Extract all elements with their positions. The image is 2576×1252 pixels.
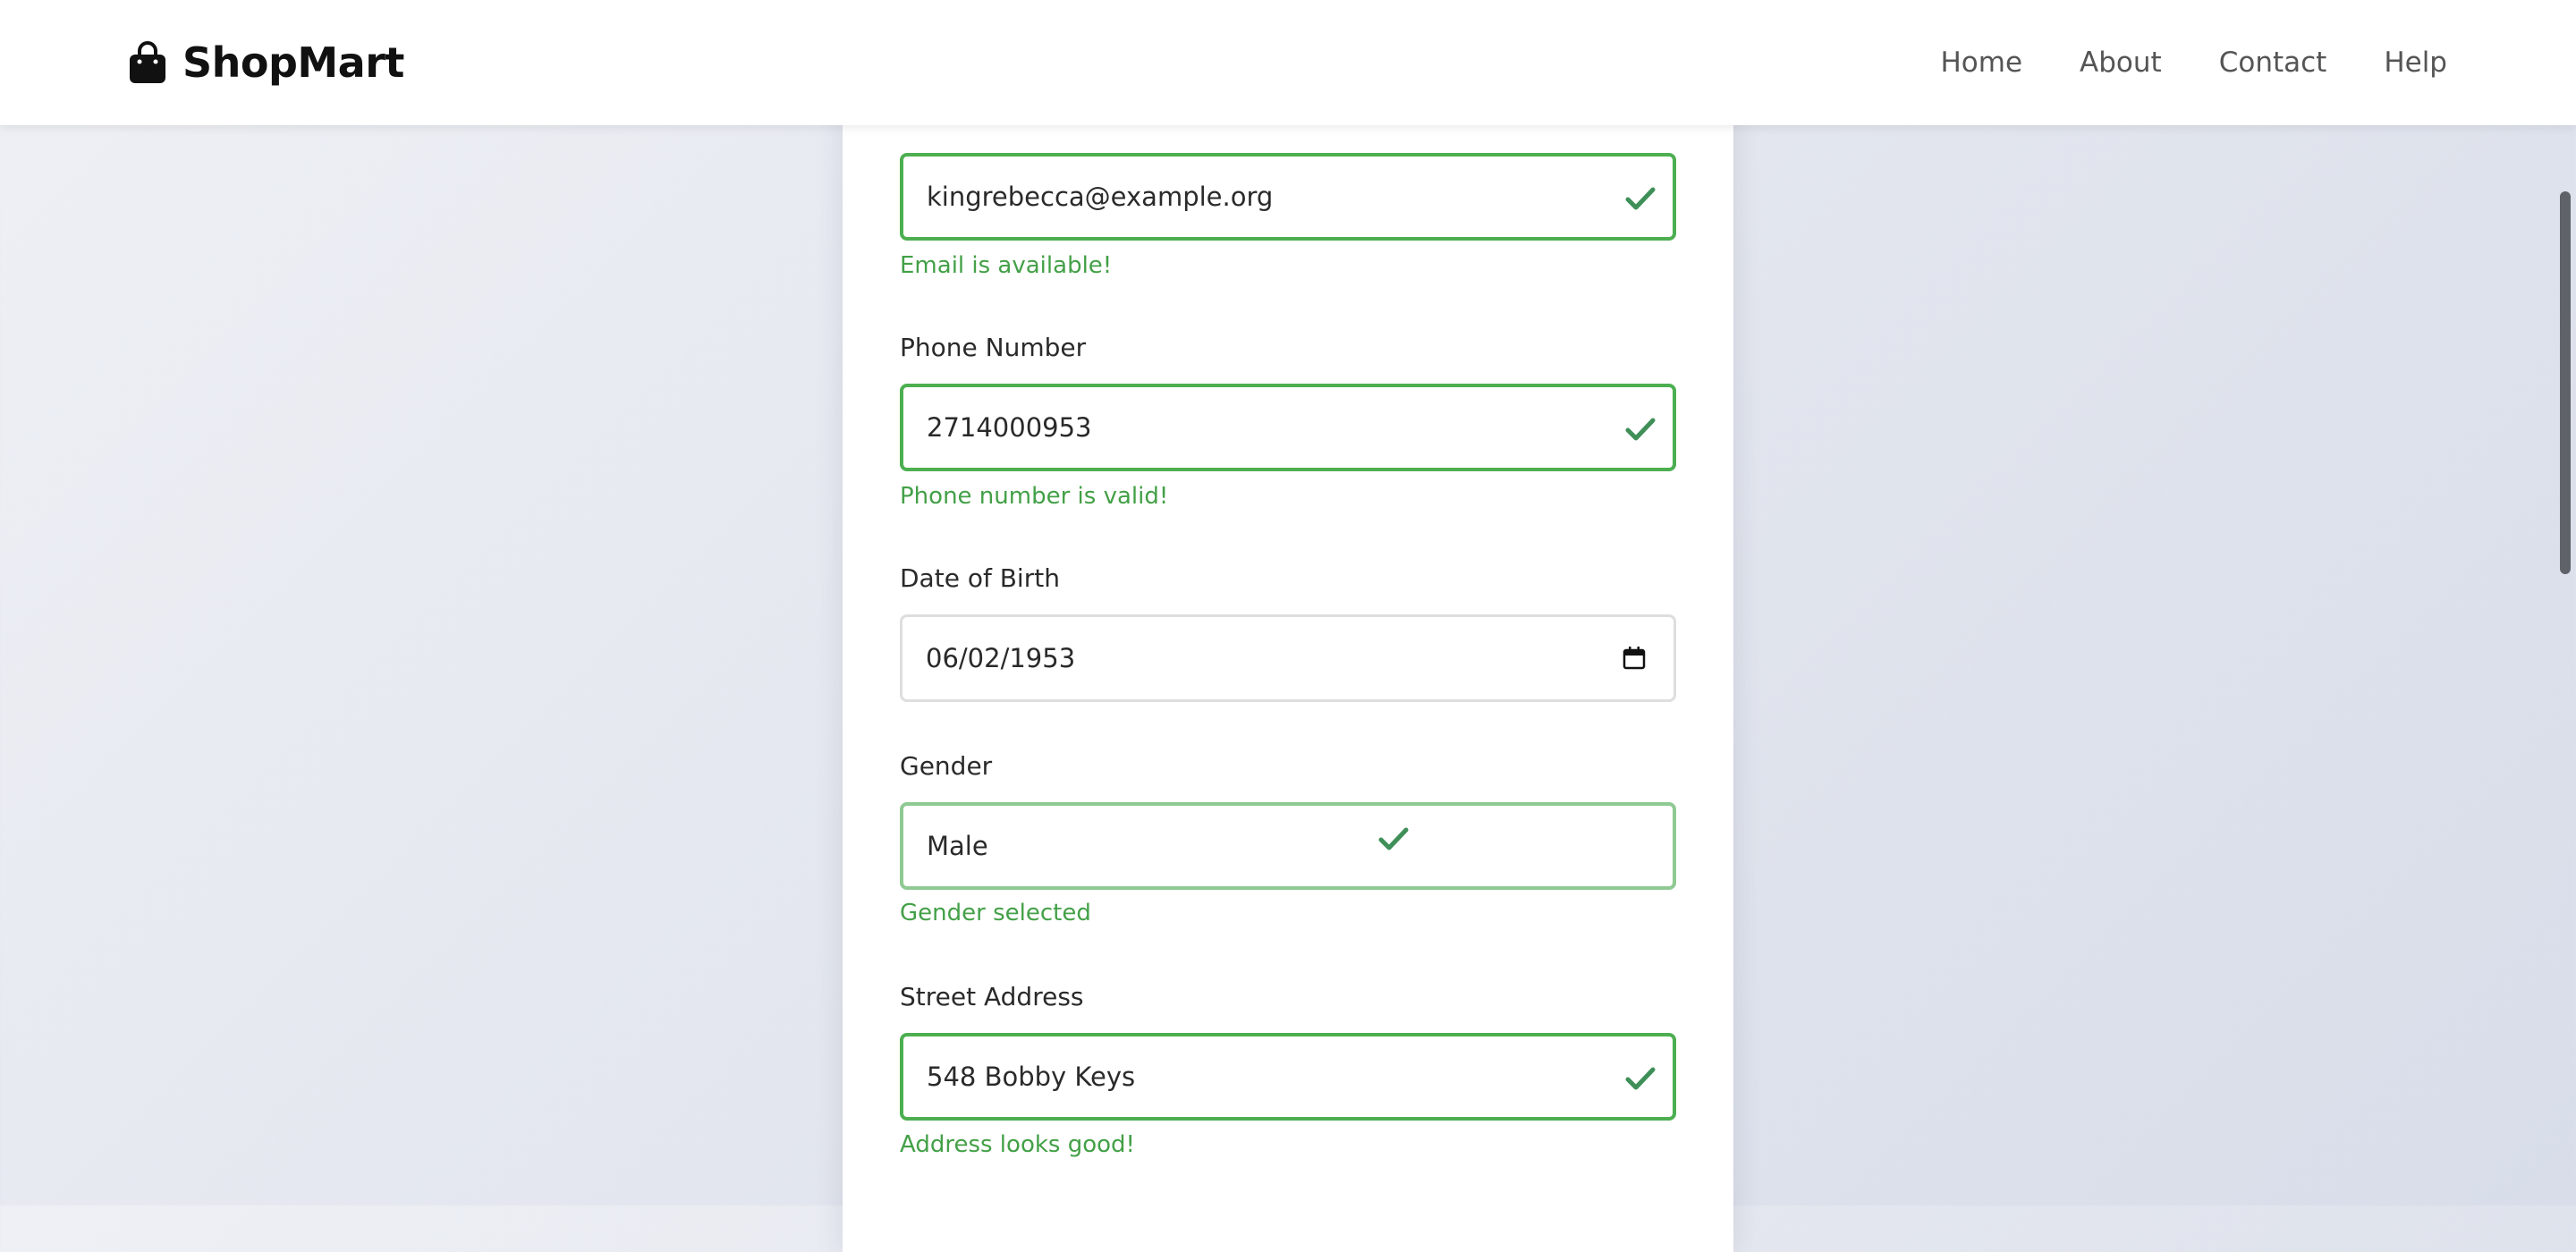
gender-select-value: Male	[927, 831, 988, 861]
check-icon	[1378, 827, 1409, 850]
address-label: Street Address	[900, 982, 1084, 1011]
brand-name: ShopMart	[182, 38, 404, 87]
gender-select[interactable]: Male	[900, 802, 1676, 890]
shopping-bag-icon	[130, 41, 165, 83]
nav-contact-link[interactable]: Contact	[2219, 47, 2327, 79]
address-input-value: 548 Bobby Keys	[927, 1062, 1136, 1092]
gender-help-text: Gender selected	[900, 900, 1091, 926]
phone-input[interactable]: 2714000953	[900, 384, 1676, 471]
email-help-text: Email is available!	[900, 252, 1113, 279]
nav-help-link[interactable]: Help	[2384, 47, 2447, 79]
check-icon	[1625, 1067, 1656, 1090]
main-nav: Home About Contact Help	[1941, 39, 2448, 86]
nav-about-link[interactable]: About	[2080, 47, 2162, 79]
scrollbar-thumb[interactable]	[2560, 191, 2571, 574]
email-input-value: kingrebecca@example.org	[927, 182, 1274, 212]
calendar-icon[interactable]	[1622, 646, 1647, 671]
nav-home-link[interactable]: Home	[1941, 47, 2023, 79]
address-input[interactable]: 548 Bobby Keys	[900, 1033, 1676, 1121]
dob-input[interactable]: 06/02/1953	[900, 614, 1676, 702]
phone-label: Phone Number	[900, 333, 1087, 362]
address-help-text: Address looks good!	[900, 1131, 1135, 1158]
top-navbar: ShopMart Home About Contact Help	[0, 0, 2576, 125]
check-icon	[1625, 418, 1656, 441]
gender-label: Gender	[900, 751, 993, 781]
dob-label: Date of Birth	[900, 563, 1060, 593]
phone-help-text: Phone number is valid!	[900, 483, 1169, 510]
phone-input-value: 2714000953	[927, 412, 1092, 443]
check-icon	[1625, 187, 1656, 210]
brand-logo[interactable]: ShopMart	[127, 36, 404, 89]
dob-input-value: 06/02/1953	[926, 643, 1076, 673]
email-input[interactable]: kingrebecca@example.org	[900, 153, 1676, 241]
page-scrollbar[interactable]	[2555, 125, 2576, 1205]
